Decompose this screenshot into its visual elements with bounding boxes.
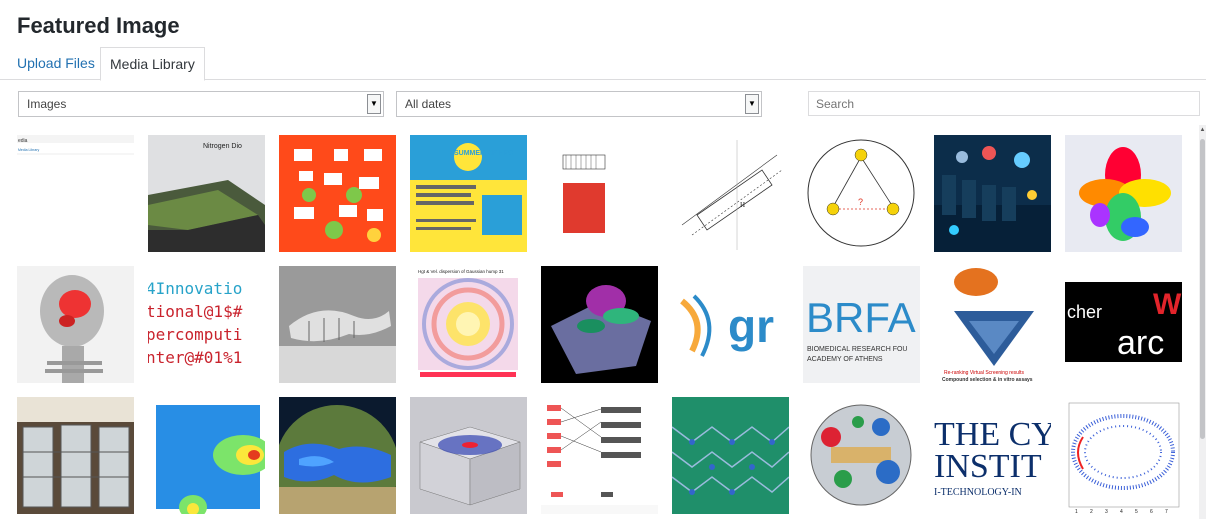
attachment-thumbnail[interactable] — [279, 397, 396, 514]
attachment-thumbnail[interactable] — [541, 266, 658, 383]
attachment-thumbnail[interactable] — [541, 135, 658, 252]
thumb-line: arc — [1117, 324, 1164, 362]
attachment-thumbnail[interactable] — [934, 135, 1051, 252]
attachment-thumbnail[interactable] — [17, 266, 134, 383]
tick-label: 1 — [1075, 509, 1078, 514]
thumb-line: Compound selection & in vitro assays — [942, 377, 1033, 383]
thumb-line: nter@#01%1 — [148, 348, 242, 367]
thumb-line: tional@1$# — [148, 302, 243, 321]
attachment-thumbnail[interactable] — [803, 397, 920, 514]
thumb-line: W — [1153, 288, 1182, 321]
attachment-thumbnail[interactable]: cher W arc — [1065, 266, 1182, 383]
modal-title: Featured Image — [17, 13, 180, 38]
scroll-up-arrow-icon[interactable]: ▲ — [1199, 125, 1206, 135]
thumb-line: percomputi — [148, 325, 242, 344]
attachment-thumbnail[interactable] — [279, 135, 396, 252]
attachment-thumbnail[interactable] — [410, 397, 527, 514]
thumb-caption: edia — [18, 138, 28, 144]
tick-label: 2 — [1090, 509, 1093, 514]
tick-label: 6 — [1150, 509, 1153, 514]
tab-upload-files[interactable]: Upload Files — [8, 47, 104, 80]
media-type-filter[interactable]: Images ▼ — [18, 91, 384, 117]
thumb-line: Re-ranking Virtual Screening results — [944, 370, 1024, 376]
thumb-caption: H — [740, 201, 745, 209]
attachment-thumbnail[interactable]: edia Media Library — [17, 135, 134, 252]
date-filter-value: All dates — [405, 97, 452, 111]
attachment-thumbnail[interactable]: 1 2 3 4 5 6 7 — [1065, 397, 1182, 514]
dropdown-arrow-icon[interactable]: ▼ — [745, 94, 759, 114]
search-input[interactable] — [808, 91, 1200, 116]
thumb-line: ACADEMY OF ATHENS — [807, 356, 883, 363]
tick-label: 3 — [1105, 509, 1108, 514]
media-router-tabs: Upload Files Media Library — [0, 47, 1206, 81]
scroll-thumb[interactable] — [1200, 139, 1205, 439]
attachment-thumbnail[interactable] — [279, 266, 396, 383]
thumb-caption: gr — [728, 300, 774, 352]
thumb-line: I-TECHNOLOGY-IN — [934, 487, 1022, 498]
attachment-thumbnail[interactable]: THE CY INSTIT I-TECHNOLOGY-IN — [934, 397, 1051, 514]
attachment-thumbnail[interactable] — [672, 397, 789, 514]
attachment-thumbnail[interactable]: 4Innovatio tional@1$# percomputi nter@#0… — [148, 266, 265, 383]
attachment-thumbnail[interactable]: gr — [672, 266, 789, 383]
attachment-thumbnail[interactable] — [17, 397, 134, 514]
dropdown-arrow-icon[interactable]: ▼ — [367, 94, 381, 114]
attachment-thumbnail[interactable]: SUMMER OF HPC — [410, 135, 527, 252]
attachment-thumbnail[interactable]: Re-ranking Virtual Screening results Com… — [934, 266, 1051, 383]
thumb-caption: BRFA — [806, 294, 916, 341]
svg-text:Media Library: Media Library — [18, 148, 39, 152]
thumb-line: BIOMEDICAL RESEARCH FOU — [807, 346, 907, 353]
thumb-caption: Nitrogen Dio — [203, 143, 242, 150]
tick-label: 5 — [1135, 509, 1138, 514]
attachment-thumbnail[interactable] — [1065, 135, 1182, 252]
thumb-line: INSTIT — [934, 448, 1042, 485]
media-type-filter-value: Images — [27, 97, 67, 111]
date-filter[interactable]: All dates ▼ — [396, 91, 762, 117]
thumb-caption: ? — [858, 197, 863, 207]
scrollbar[interactable]: ▲ — [1199, 125, 1206, 519]
attachment-thumbnail[interactable]: ? — [803, 135, 920, 252]
thumb-caption: Hgt & Vel. dispersion of Gaussian hump 3… — [418, 269, 504, 274]
attachment-thumbnail[interactable]: BRFA BIOMEDICAL RESEARCH FOU ACADEMY OF … — [803, 266, 920, 383]
thumb-line: 4Innovatio — [148, 279, 242, 298]
attachment-thumbnail[interactable] — [541, 397, 658, 514]
attachment-thumbnail[interactable] — [148, 397, 265, 514]
tick-label: 7 — [1165, 509, 1168, 514]
attachment-thumbnail[interactable]: Nitrogen Dio — [148, 135, 265, 252]
attachment-thumbnail[interactable]: H — [672, 135, 789, 252]
tick-label: 4 — [1120, 509, 1123, 514]
tab-media-library[interactable]: Media Library — [100, 47, 205, 81]
thumb-line: cher — [1067, 302, 1102, 322]
thumb-caption: SUMMER OF HPC — [454, 150, 514, 157]
attachment-thumbnail[interactable]: Hgt & Vel. dispersion of Gaussian hump 3… — [410, 266, 527, 383]
